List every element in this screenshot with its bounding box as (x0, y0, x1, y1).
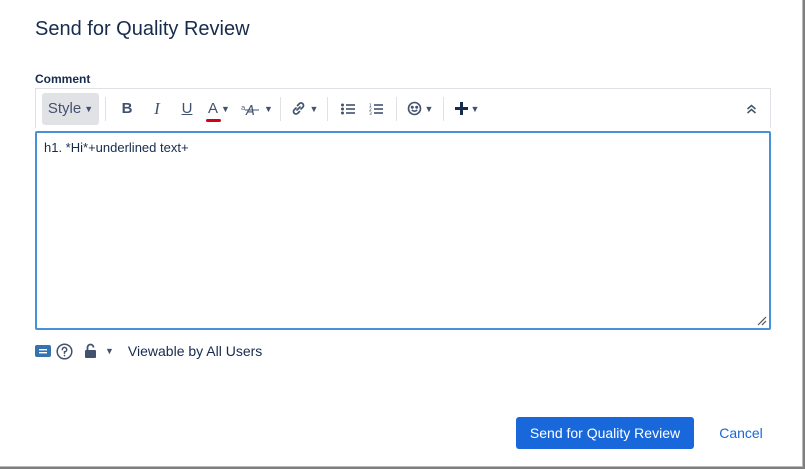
toolbar-divider (396, 96, 397, 121)
comment-label: Comment (35, 72, 91, 86)
underline-label: U (181, 100, 193, 117)
toolbar-divider (327, 96, 328, 121)
chevron-down-icon: ▼ (309, 103, 319, 114)
underline-button[interactable]: U (172, 93, 202, 125)
collapse-icon (746, 104, 756, 114)
wiki-markup-icon[interactable] (35, 344, 51, 358)
chevron-down-icon: ▼ (264, 103, 273, 114)
text-color-button[interactable]: A ▼ (202, 93, 236, 125)
collapse-toolbar-button[interactable] (736, 93, 766, 125)
chevron-down-icon: ▼ (84, 103, 94, 114)
dialog-title: Send for Quality Review (35, 18, 250, 40)
insert-more-button[interactable]: ▼ (450, 93, 484, 125)
bold-label: B (121, 100, 133, 117)
help-icon[interactable] (56, 342, 73, 360)
send-for-quality-review-dialog: Send for Quality Review Comment Style ▼ … (0, 0, 803, 467)
toolbar-divider (443, 96, 444, 121)
text-color-swatch (206, 119, 222, 122)
plus-icon (454, 102, 468, 115)
bullet-list-icon (341, 103, 355, 114)
toolbar-divider (280, 96, 281, 121)
comment-editor[interactable]: h1. *Hi*+underlined text+ (35, 131, 771, 330)
chevron-down-icon: ▼ (105, 346, 114, 356)
italic-button[interactable]: I (142, 93, 172, 125)
numbered-list-button[interactable]: 1 2 3 (362, 93, 390, 125)
text-color-label: A (208, 100, 219, 117)
svg-text:a: a (241, 104, 245, 112)
editor-toolbar: Style ▼ B I U A ▼ a A ▼ ▼ 1 2 3 ▼ ▼ (35, 88, 771, 128)
resize-handle-icon[interactable] (757, 316, 767, 326)
visibility-dropdown[interactable]: ▼ (85, 343, 114, 359)
chevron-down-icon: ▼ (424, 103, 434, 114)
text-effects-button[interactable]: a A ▼ (240, 93, 274, 125)
numbered-list-icon: 1 2 3 (369, 103, 383, 115)
emoji-button[interactable]: ▼ (403, 93, 437, 125)
link-icon (292, 102, 304, 115)
unlock-icon (85, 343, 96, 358)
toolbar-divider (105, 96, 106, 121)
visibility-text: Viewable by All Users (127, 343, 263, 359)
send-for-quality-review-button[interactable]: Send for Quality Review (516, 417, 694, 449)
bullet-list-button[interactable] (334, 93, 362, 125)
italic-label: I (154, 98, 160, 118)
svg-text:3: 3 (369, 111, 372, 115)
bold-button[interactable]: B (112, 93, 142, 125)
comment-meta-row: ▼ Viewable by All Users (35, 340, 262, 362)
text-effects-icon: a A (241, 104, 260, 116)
chevron-down-icon: ▼ (221, 103, 230, 114)
chevron-down-icon: ▼ (470, 103, 480, 114)
comment-editor-value: h1. *Hi*+underlined text+ (44, 140, 189, 155)
cancel-button[interactable]: Cancel (712, 417, 770, 449)
style-label: Style (47, 100, 82, 117)
emoji-icon (407, 101, 421, 116)
style-dropdown[interactable]: Style ▼ (42, 92, 99, 125)
link-button[interactable]: ▼ (287, 93, 321, 125)
